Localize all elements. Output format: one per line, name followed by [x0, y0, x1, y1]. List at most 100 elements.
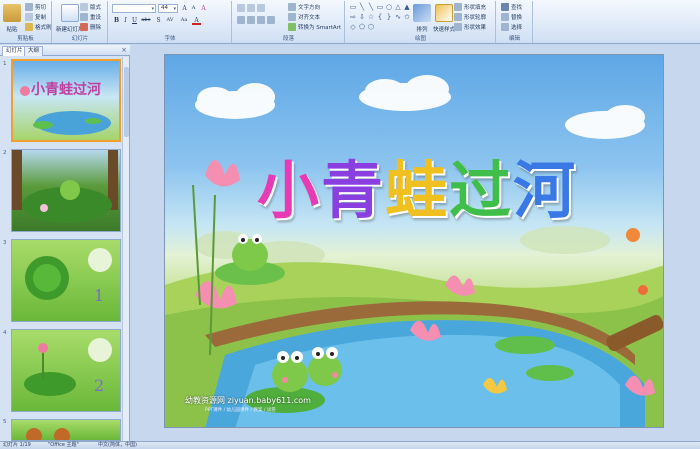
cursor-icon: [501, 23, 509, 31]
ribbon: 粘贴 剪切 复制 格式刷 剪贴板 新建幻灯片 版式 重设 删除 幻灯片 ▾ 44…: [0, 0, 700, 44]
brush-icon: [25, 23, 33, 31]
font-group-label: 字体: [164, 36, 176, 42]
copy-icon: [25, 13, 33, 21]
down-arrow-shape-icon[interactable]: ⇩: [358, 13, 366, 21]
bullets-button[interactable]: [237, 4, 265, 12]
paste-icon: [3, 4, 21, 22]
align-center-icon: [247, 16, 255, 24]
font-name-combo[interactable]: ▾: [112, 4, 156, 13]
align-text-button[interactable]: 对齐文本: [288, 13, 320, 21]
replace-button[interactable]: 替换: [501, 13, 522, 21]
shape-outline-button[interactable]: 形状轮廓: [454, 13, 486, 21]
smartart-icon: [288, 23, 296, 31]
shape-fill-button[interactable]: 形状填充: [454, 3, 486, 11]
align-right-icon: [257, 16, 265, 24]
replace-icon: [501, 13, 509, 21]
pen-icon: [454, 13, 462, 21]
brace-shape-icon[interactable]: {: [376, 13, 384, 21]
chevron-down-icon: ▾: [173, 6, 176, 12]
find-button[interactable]: 查找: [501, 3, 522, 11]
oval-shape-icon[interactable]: ○: [385, 3, 393, 11]
curve-shape-icon[interactable]: ∿: [394, 13, 402, 21]
tab-outline[interactable]: 大纲: [24, 46, 44, 56]
title-char-5: 河: [513, 154, 578, 227]
paste-button[interactable]: 粘贴: [3, 4, 21, 33]
thumbnail-number-label: 1: [94, 286, 105, 305]
thumbnail-title: 小青蛙过河: [31, 82, 101, 98]
justify-icon: [267, 16, 275, 24]
arrange-button[interactable]: 排列: [413, 4, 431, 33]
arrange-icon: [413, 4, 431, 22]
more-shapes-icon[interactable]: ⬠: [358, 23, 366, 31]
panel-scrollbar[interactable]: [122, 57, 129, 441]
bold-button[interactable]: B: [112, 16, 121, 25]
grow-font-button[interactable]: A: [180, 4, 189, 13]
star-shape-icon[interactable]: ☆: [367, 13, 375, 21]
cut-button[interactable]: 剪切: [25, 3, 46, 11]
italic-button[interactable]: I: [121, 16, 130, 25]
quick-styles-button[interactable]: 快速样式: [433, 4, 455, 33]
tab-slides[interactable]: 幻灯片: [2, 46, 27, 56]
thumbnail-art: [26, 428, 70, 440]
theme-name: "Office 主题": [48, 442, 79, 448]
triangle-shape-icon[interactable]: ▲: [403, 3, 411, 11]
slide-thumbnail-4[interactable]: 2: [11, 329, 121, 412]
scissors-icon: [25, 3, 33, 11]
font-group: ▾ 44 ▾ A A A B I U abe S AV Aa A 字体: [109, 1, 232, 43]
format-painter-button[interactable]: 格式刷: [25, 23, 52, 31]
rectangle-shape-icon[interactable]: ▭: [349, 3, 357, 11]
slide-title[interactable]: 小青蛙过河: [257, 140, 577, 230]
rectangle-shape-icon[interactable]: ▭: [376, 3, 384, 11]
smartart-button[interactable]: 转换为 SmartArt: [288, 23, 341, 31]
slide-thumbnail-1[interactable]: 小青蛙过河: [11, 59, 121, 142]
font-color-button[interactable]: A: [192, 16, 201, 25]
star-shape-icon[interactable]: ✩: [403, 13, 411, 21]
line-shape-icon[interactable]: ╲: [367, 3, 375, 11]
layout-icon: [80, 3, 88, 11]
thumb-number: 1: [3, 61, 7, 67]
thumb-number: 2: [3, 150, 7, 156]
right-arrow-shape-icon[interactable]: ⇨: [349, 13, 357, 21]
underline-button[interactable]: U: [130, 16, 139, 25]
line-shape-icon[interactable]: ╲: [358, 3, 366, 11]
triangle-shape-icon[interactable]: △: [394, 3, 402, 11]
font-size-combo[interactable]: 44 ▾: [158, 4, 178, 13]
layout-button[interactable]: 版式: [80, 3, 101, 11]
shadow-button[interactable]: S: [154, 16, 163, 25]
delete-button[interactable]: 删除: [80, 23, 101, 31]
chevron-down-icon: ▾: [151, 6, 154, 12]
align-buttons[interactable]: [237, 16, 275, 24]
language-indicator[interactable]: 中文(简体，中国): [98, 442, 137, 449]
align-left-icon: [237, 16, 245, 24]
copy-button[interactable]: 复制: [25, 13, 46, 21]
more-shapes-icon[interactable]: ◇: [349, 23, 357, 31]
char-spacing-button[interactable]: AV: [164, 16, 176, 25]
slide-thumbnail-3[interactable]: 1: [11, 239, 121, 322]
more-shapes-icon[interactable]: ⬡: [367, 23, 375, 31]
strikethrough-button[interactable]: abe: [139, 16, 153, 25]
shape-effects-button[interactable]: 形状效果: [454, 23, 486, 31]
slide-1[interactable]: 小青蛙过河 幼教资源网 ziyuan.baby611.com PPT课件 / 幼…: [164, 54, 664, 428]
brace-shape-icon[interactable]: }: [385, 13, 393, 21]
title-char-4: 过: [449, 154, 514, 227]
text-direction-icon: [288, 3, 296, 11]
select-button[interactable]: 选择: [501, 23, 522, 31]
thumbnail-number-label: 2: [94, 376, 105, 395]
shrink-font-button[interactable]: A: [189, 4, 198, 13]
slide-thumbnail-2[interactable]: [11, 149, 121, 232]
clear-format-button[interactable]: A: [199, 4, 208, 13]
change-case-button[interactable]: Aa: [178, 16, 190, 25]
drawing-group: ▭ ╲ ╲ ▭ ○ △ ▲ ⇨ ⇩ ☆ { } ∿ ✩ ◇ ⬠ ⬡ 排列 快速样…: [346, 1, 496, 43]
new-slide-icon: [60, 4, 79, 22]
paragraph-group-label: 段落: [282, 36, 294, 42]
watermark-subtext: PPT课件 / 幼儿园课件 / 教案 / 试卷: [205, 408, 276, 413]
close-icon[interactable]: ×: [121, 46, 127, 54]
slide-thumbnail-5[interactable]: [11, 419, 121, 441]
clipboard-group: 粘贴 剪切 复制 格式刷 剪贴板: [0, 1, 52, 43]
fill-bucket-icon: [454, 3, 462, 11]
editing-group-label: 编辑: [508, 36, 520, 42]
text-direction-button[interactable]: 文字方向: [288, 3, 320, 11]
slide-illustration: [165, 75, 663, 427]
reset-button[interactable]: 重设: [80, 13, 101, 21]
scrollbar-thumb[interactable]: [124, 67, 129, 137]
